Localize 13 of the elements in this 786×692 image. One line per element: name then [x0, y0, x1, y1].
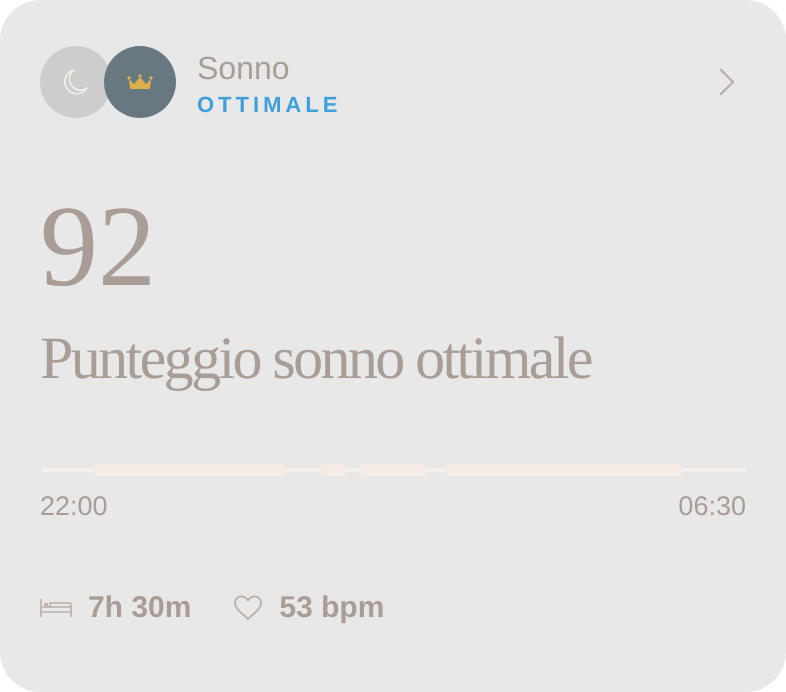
heart-icon: [233, 595, 264, 621]
crown-icon: [104, 46, 176, 118]
end-time: 06:30: [678, 491, 746, 521]
card-background[interactable]: Sonno OTTIMALE 92 Punteggio sonno ottimale 22:00 06:30 7h 30m 53 bpm: [0, 0, 786, 692]
card-title: Sonno: [197, 50, 291, 86]
score-value: 92: [40, 189, 156, 305]
bed-icon: [40, 598, 72, 618]
chevron-right-icon[interactable]: [719, 68, 735, 96]
status-label: OTTIMALE: [197, 92, 342, 118]
stat-value: 7h 30m: [88, 591, 192, 625]
start-time: 22:00: [40, 491, 108, 521]
stat-value: 53 bpm: [279, 591, 384, 625]
score-description: Punteggio sonno ottimale: [40, 324, 591, 393]
